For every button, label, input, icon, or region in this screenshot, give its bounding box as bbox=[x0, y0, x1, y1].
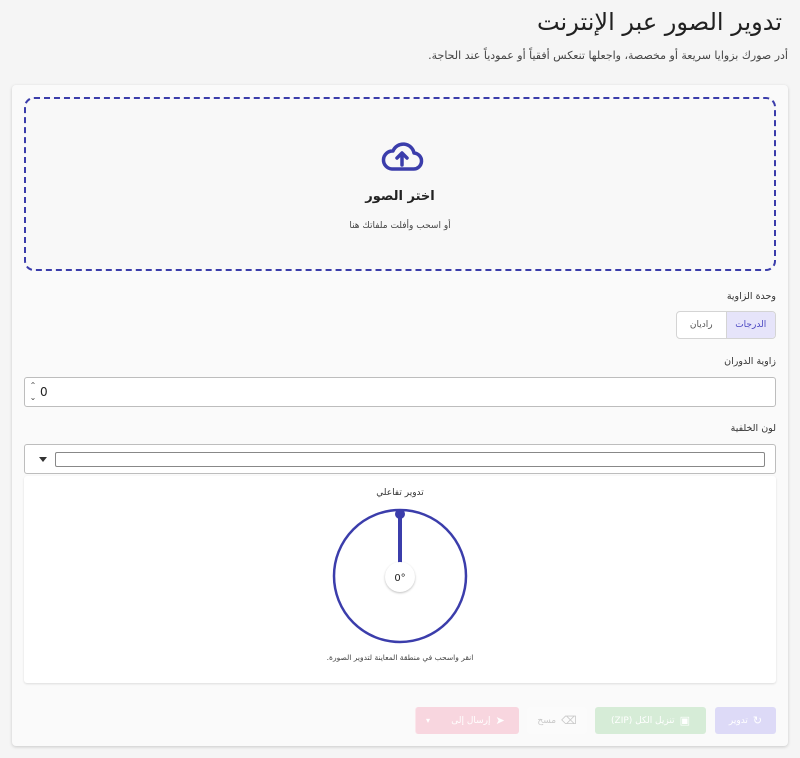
rotation-dial[interactable]: 0° bbox=[331, 507, 469, 645]
rotate-card: اختر الصور أو اسحب وأفلت ملفاتك هنا وحدة… bbox=[12, 85, 788, 746]
chevron-down-icon[interactable] bbox=[39, 457, 47, 462]
clear-button-label: مسح bbox=[537, 715, 557, 726]
send-to-button[interactable]: ➤ إرسال إلى bbox=[437, 707, 519, 734]
rotate-icon: ↻ bbox=[752, 714, 763, 727]
folder-download-icon: ▣ bbox=[679, 714, 690, 727]
clear-button[interactable]: ⌫ مسح bbox=[527, 707, 587, 734]
angle-unit-label: وحدة الزاوية bbox=[726, 291, 776, 302]
background-color-select[interactable] bbox=[24, 444, 776, 474]
rotation-angle-value: 0 bbox=[40, 385, 48, 399]
interactive-preview[interactable]: تدوير تفاعلي 0° انقر واسحب في منطقة المع… bbox=[24, 476, 776, 683]
send-to-label: إرسال إلى bbox=[451, 715, 491, 726]
angle-stepper[interactable]: ⌃ ⌄ bbox=[28, 380, 38, 404]
rotate-button[interactable]: ↻ تدوير bbox=[715, 707, 776, 734]
stepper-up-icon[interactable]: ⌃ bbox=[28, 380, 38, 392]
clear-icon: ⌫ bbox=[561, 714, 577, 727]
rotate-button-label: تدوير bbox=[728, 715, 748, 726]
angle-unit-degrees[interactable]: الدرجات bbox=[726, 312, 775, 338]
download-zip-button[interactable]: ▣ تنزيل الكل (ZIP) bbox=[595, 707, 706, 734]
dial-handle[interactable] bbox=[395, 509, 405, 519]
dropzone-hint: أو اسحب وأفلت ملفاتك هنا bbox=[349, 221, 451, 231]
download-zip-label: تنزيل الكل (ZIP) bbox=[611, 715, 675, 726]
page-subtitle: أدر صورك بزوايا سريعة أو مخصصة، واجعلها … bbox=[428, 49, 788, 62]
angle-unit-toggle[interactable]: الدرجات راديان bbox=[676, 311, 776, 339]
color-swatch[interactable] bbox=[55, 452, 765, 467]
stepper-down-icon[interactable]: ⌄ bbox=[28, 392, 38, 404]
cloud-upload-icon bbox=[381, 142, 424, 171]
preview-hint: انقر واسحب في منطقة المعاينة لتدوير الصو… bbox=[326, 653, 474, 662]
angle-readout: 0° bbox=[394, 573, 405, 584]
preview-title: تدوير تفاعلي bbox=[376, 488, 424, 498]
rotation-angle-label: زاوية الدوران bbox=[724, 356, 776, 367]
rotation-angle-input[interactable]: ⌃ ⌄ 0 bbox=[24, 377, 776, 407]
page-title: تدوير الصور عبر الإنترنت bbox=[536, 8, 782, 36]
file-dropzone[interactable]: اختر الصور أو اسحب وأفلت ملفاتك هنا bbox=[24, 97, 776, 271]
background-color-label: لون الخلفية bbox=[730, 423, 776, 434]
angle-unit-radians[interactable]: راديان bbox=[677, 312, 727, 338]
send-to-menu-button[interactable]: ▾ bbox=[415, 707, 440, 734]
dropzone-title[interactable]: اختر الصور bbox=[26, 189, 774, 204]
chevron-down-icon: ▾ bbox=[426, 716, 431, 725]
send-icon: ➤ bbox=[495, 714, 505, 727]
